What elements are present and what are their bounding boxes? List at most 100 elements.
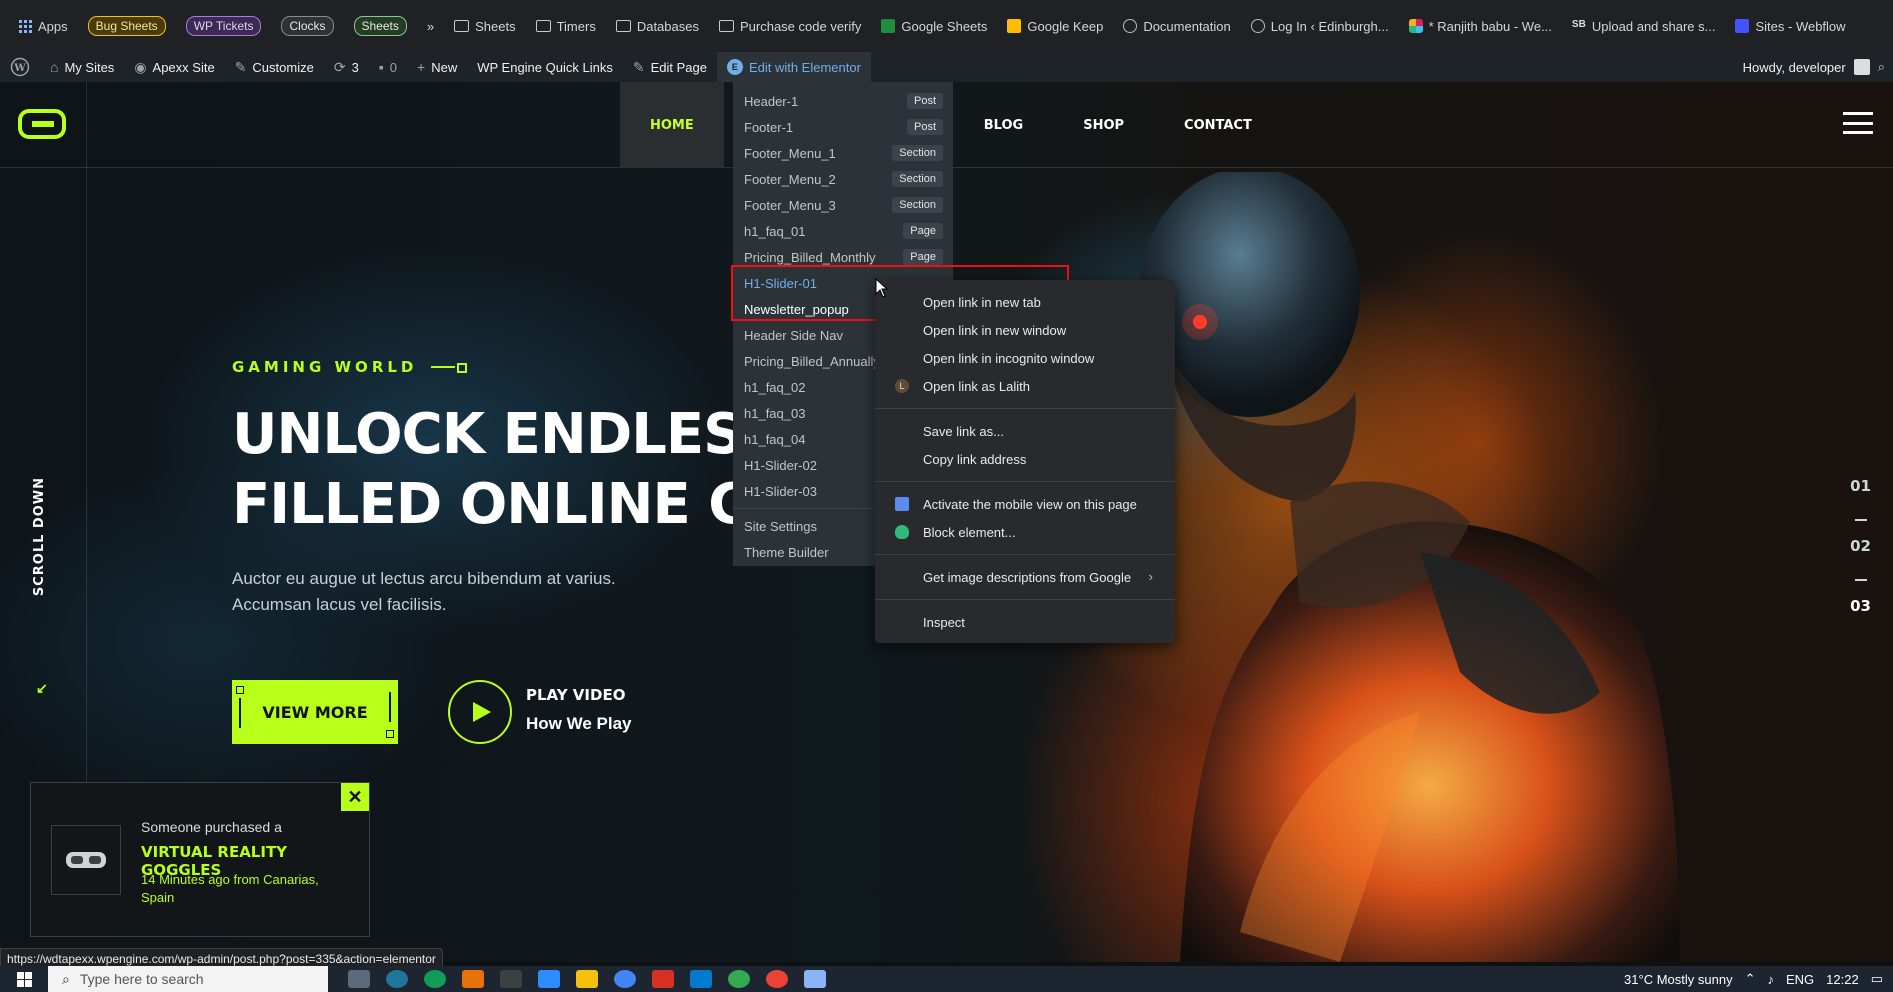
plus-icon: + (417, 59, 426, 75)
wordpress-app-icon[interactable] (386, 970, 408, 988)
edit-with-elementor-menu[interactable]: E Edit with Elementor (716, 52, 871, 82)
ctx-open-as-profile[interactable]: L Open link as Lalith (875, 372, 1175, 400)
clock-time[interactable]: 12:22 (1826, 972, 1859, 987)
ctx-save-link[interactable]: Save link as... (875, 417, 1175, 445)
folder-icon (718, 20, 734, 32)
eyebrow-line-icon (431, 363, 468, 373)
ctx-label: Get image descriptions from Google (923, 569, 1132, 585)
vertical-divider (86, 82, 87, 802)
edit-page-link[interactable]: ✎ Edit Page (623, 52, 717, 82)
notifications-icon[interactable]: ▭ (1871, 971, 1883, 987)
dropdown-item[interactable]: h1_faq_01 Page (733, 218, 953, 244)
bookmark-clocks[interactable]: Clocks (272, 12, 342, 40)
nav-contact[interactable]: CONTACT (1154, 82, 1282, 168)
close-icon[interactable]: ✕ (341, 783, 369, 811)
ctx-copy-link[interactable]: Copy link address (875, 445, 1175, 473)
nav-home[interactable]: HOME (620, 82, 724, 168)
site-logo[interactable] (18, 107, 68, 141)
bookmark-webflow[interactable]: Sites - Webflow (1726, 15, 1854, 38)
vscode-icon[interactable] (690, 970, 712, 988)
app-icon[interactable] (804, 970, 826, 988)
bookmark-google-sheets[interactable]: Google Sheets (872, 15, 996, 38)
scroll-down-link[interactable]: SCROLL DOWN (32, 477, 54, 607)
updates-link[interactable]: ⟳ 3 (324, 52, 369, 82)
filezilla-icon[interactable] (652, 970, 674, 988)
vr-goggles-icon (66, 852, 106, 868)
taskbar-search[interactable]: ⌕ Type here to search (48, 966, 328, 992)
edge-icon[interactable] (424, 970, 446, 988)
app-icon[interactable] (462, 970, 484, 988)
sites-icon: ⌂ (50, 59, 59, 75)
site-name-menu[interactable]: ◉ Apexx Site (124, 52, 224, 82)
dropdown-item[interactable]: Footer_Menu_1 Section (733, 140, 953, 166)
chevron-up-icon[interactable]: ⌃ (1745, 971, 1756, 987)
bookmark-folder-databases[interactable]: Databases (607, 15, 708, 38)
ctx-image-descriptions[interactable]: Get image descriptions from Google › (875, 563, 1175, 591)
bookmark-sheets-chip[interactable]: Sheets (345, 12, 416, 40)
ctx-label: Copy link address (923, 451, 1027, 467)
ctx-inspect[interactable]: Inspect (875, 608, 1175, 636)
bookmark-upload[interactable]: SB Upload and share s... (1563, 15, 1725, 38)
comments-link[interactable]: ▪ 0 (369, 52, 407, 82)
weather-label[interactable]: 31°C Mostly sunny (1624, 972, 1733, 987)
play-video-label[interactable]: PLAY VIDEO (526, 686, 625, 704)
how-we-play-label[interactable]: How We Play (526, 714, 632, 734)
customize-link[interactable]: ✎ Customize (225, 52, 324, 82)
comments-count: 0 (389, 59, 398, 75)
search-icon[interactable]: ⌕ (1878, 59, 1885, 75)
bookmark-folder-purchase[interactable]: Purchase code verify (710, 15, 870, 38)
bookmark-ranjith[interactable]: * Ranjith babu - We... (1400, 15, 1561, 38)
bookmark-google-keep[interactable]: Google Keep (998, 15, 1112, 38)
ctx-open-new-tab[interactable]: Open link in new tab (875, 288, 1175, 316)
wp-logo-button[interactable]: W (0, 52, 40, 82)
chrome-icon[interactable] (728, 970, 750, 988)
bookmark-sheets-chip-label: Sheets (353, 16, 407, 36)
task-view-icon[interactable] (348, 970, 370, 988)
dropdown-item[interactable]: Footer-1 Post (733, 114, 953, 140)
folder-icon (454, 20, 470, 32)
play-video-button[interactable] (448, 680, 512, 744)
dropdown-item[interactable]: Header-1 Post (733, 88, 953, 114)
nav-shop[interactable]: SHOP (1053, 82, 1154, 168)
folder-icon (535, 20, 551, 32)
start-button[interactable] (0, 966, 48, 992)
status-url: https://wdtapexx.wpengine.com/wp-admin/p… (0, 948, 443, 968)
slide-number-3[interactable]: 03 (1823, 597, 1893, 627)
avatar[interactable] (1853, 59, 1870, 75)
app-icon[interactable] (614, 970, 636, 988)
bookmark-folder-sheets[interactable]: Sheets (445, 15, 524, 38)
file-explorer-icon[interactable] (576, 970, 598, 988)
slide-number-1[interactable]: 01 (1823, 477, 1893, 507)
chrome-icon[interactable] (766, 970, 788, 988)
bookmark-apps[interactable]: Apps (10, 15, 77, 38)
my-sites-menu[interactable]: ⌂ My Sites (40, 52, 124, 82)
dropdown-item[interactable]: Footer_Menu_3 Section (733, 192, 953, 218)
site-name-label: Apexx Site (152, 59, 215, 75)
bookmark-folder-timers[interactable]: Timers (527, 15, 605, 38)
language-label[interactable]: ENG (1786, 972, 1814, 987)
app-icon[interactable] (500, 970, 522, 988)
ctx-open-incognito[interactable]: Open link in incognito window (875, 344, 1175, 372)
howdy-label[interactable]: Howdy, developer (1743, 60, 1846, 75)
elementor-icon: E (726, 59, 743, 75)
ctx-mobile-view[interactable]: Activate the mobile view on this page (875, 490, 1175, 518)
quick-links-label: WP Engine Quick Links (477, 59, 613, 75)
view-more-button[interactable]: VIEW MORE (232, 680, 398, 744)
bookmark-login[interactable]: Log In ‹ Edinburgh... (1242, 15, 1398, 38)
nav-blog[interactable]: BLOG (954, 82, 1053, 168)
bookmark-more-button[interactable]: » (418, 15, 443, 38)
ctx-open-new-window[interactable]: Open link in new window (875, 316, 1175, 344)
ctx-block-element[interactable]: Block element... (875, 518, 1175, 546)
type-badge: Post (906, 119, 943, 135)
volume-icon[interactable]: ♪ (1767, 972, 1774, 987)
new-content-menu[interactable]: + New (407, 52, 467, 82)
wp-engine-quick-links[interactable]: WP Engine Quick Links (467, 52, 623, 82)
hero-headline-line2: FILLED ONLINE GA (232, 472, 797, 537)
app-icon[interactable] (538, 970, 560, 988)
bookmark-documentation[interactable]: Documentation (1114, 15, 1239, 38)
dropdown-item[interactable]: Footer_Menu_2 Section (733, 166, 953, 192)
hamburger-menu-icon[interactable] (1843, 112, 1873, 134)
slide-number-2[interactable]: 02 (1823, 537, 1893, 567)
bookmark-bug-sheets[interactable]: Bug Sheets (79, 12, 175, 40)
bookmark-wp-tickets[interactable]: WP Tickets (177, 12, 271, 40)
